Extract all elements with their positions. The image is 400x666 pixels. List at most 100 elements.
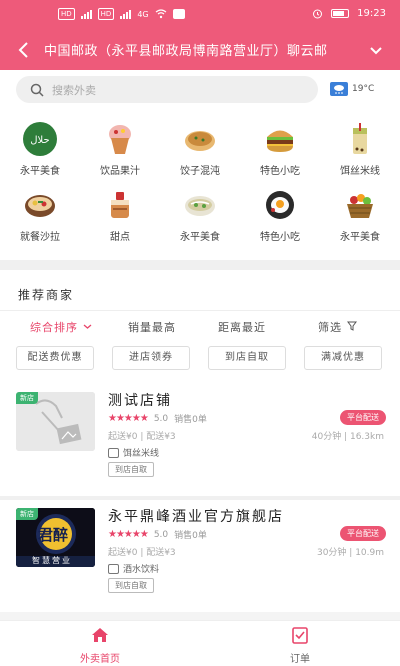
bubbletea-icon (343, 122, 377, 156)
pickup-tag: 到店自取 (108, 462, 154, 477)
category-label: 就餐沙拉 (20, 232, 60, 243)
hotpot-icon (23, 188, 57, 222)
shop-card[interactable]: 新店 君醉 智慧营业 永平鼎峰酒业官方旗舰店 ★★★★★ 5.0 销售0单 平台… (0, 500, 400, 612)
category-item[interactable]: 永平美食 (160, 188, 240, 252)
battery-icon (331, 9, 350, 18)
category-item[interactable]: 就餐沙拉 (0, 188, 80, 252)
sales-count: 销售0单 (174, 415, 207, 425)
location-title[interactable]: 中国邮政（永平县邮政局博南路营业厅）聊云邮 (44, 40, 354, 59)
status-bar: HD HD 4G 19:23 (0, 0, 400, 30)
shop-name[interactable]: 永平鼎峰酒业官方旗舰店 (108, 506, 284, 526)
rating-row: ★★★★★ 5.0 销售0单 (108, 528, 207, 541)
category-label: 饵丝米线 (340, 166, 380, 177)
category-label: 永平美食 (340, 232, 380, 243)
cake-icon (103, 188, 137, 222)
distance-info: 30分钟 | 10.9m (316, 548, 384, 558)
chip-delivery-discount[interactable]: 配送费优惠 (16, 346, 94, 370)
basket-icon (343, 188, 377, 222)
filter-label: 筛选 (318, 321, 342, 334)
title-bar: 中国邮政（永平县邮政局博南路营业厅）聊云邮 (0, 30, 400, 70)
new-shop-tag: 新店 (16, 508, 38, 520)
category-label: 特色小吃 (260, 166, 300, 177)
svg-text:حلال: حلال (30, 135, 49, 146)
back-arrow-icon[interactable] (12, 38, 36, 62)
chevron-down-icon[interactable] (366, 40, 386, 60)
fee-info: 起送¥0 | 配送¥3 (108, 432, 176, 442)
sim2-badge: HD (97, 8, 115, 20)
nav-label: 订单 (290, 654, 310, 665)
pancake-icon (183, 122, 217, 156)
logo-text: 君醉 (38, 526, 69, 544)
search-input[interactable]: 搜索外卖 (16, 76, 318, 103)
logo-subtext: 智慧营业 (32, 556, 72, 565)
header: HD HD 4G 19:23 中国邮政（永平县邮政局博南路营业厅）聊云邮 (0, 0, 400, 70)
shop-icon (108, 447, 119, 458)
wifi-icon (155, 9, 166, 19)
section-divider (0, 260, 400, 270)
sales-count: 销售0单 (174, 531, 207, 541)
fee-info: 起送¥0 | 配送¥3 (108, 548, 176, 558)
distance-info: 40分钟 | 16.3km (311, 432, 384, 442)
rating-value: 5.0 (153, 413, 169, 424)
category-label: 饮品果汁 (100, 166, 140, 177)
icecream-icon (103, 122, 137, 156)
filter-chips: 配送费优惠 进店领券 到店自取 满减优惠 (0, 344, 400, 376)
chip-pickup[interactable]: 到店自取 (208, 346, 286, 370)
search-row: 搜索外卖 19°C (0, 70, 400, 110)
star-rating-icon: ★★★★★ (108, 529, 149, 540)
shop-icon (108, 563, 119, 574)
egg-pan-icon (263, 188, 297, 222)
bottom-nav: 外卖首页 订单 (0, 620, 400, 666)
rating-row: ★★★★★ 5.0 销售0单 (108, 412, 207, 425)
cloud-rain-icon (330, 82, 348, 96)
chevron-down-icon (83, 324, 91, 329)
category-grid: حلال 永平美食 饮品果汁 饺子混沌 特色小吃 饵丝米线 就餐沙拉 甜点 永平… (0, 110, 400, 260)
shop-category-label: 饵丝米线 (123, 449, 160, 459)
shop-category-label: 酒水饮料 (123, 565, 160, 575)
shop-category: 酒水饮料 (108, 562, 159, 575)
category-label: 永平美食 (180, 232, 220, 243)
network-label: 4G (137, 9, 149, 19)
category-item[interactable]: 特色小吃 (240, 122, 320, 186)
sort-distance[interactable]: 距离最近 (218, 319, 266, 335)
sort-comprehensive[interactable]: 综合排序 (30, 319, 92, 335)
category-item[interactable]: 甜点 (80, 188, 160, 252)
category-item[interactable]: 饮品果汁 (80, 122, 160, 186)
rating-value: 5.0 (153, 529, 169, 540)
sort-label: 综合排序 (30, 321, 78, 334)
filter-button[interactable]: 筛选 (318, 319, 357, 335)
shop-card[interactable]: 新店 测试店铺 ★★★★★ 5.0 销售0单 平台配送 起送¥0 | 配送¥3 … (0, 384, 400, 496)
signal-icon (120, 9, 132, 19)
platform-delivery-badge: 平台配送 (340, 410, 386, 425)
category-label: 饺子混沌 (180, 166, 220, 177)
signal-icon (80, 9, 92, 19)
shop-name[interactable]: 测试店铺 (108, 390, 172, 410)
category-item[interactable]: 饺子混沌 (160, 122, 240, 186)
sort-sales[interactable]: 销量最高 (128, 319, 176, 335)
category-label: 特色小吃 (260, 232, 300, 243)
chip-full-discount[interactable]: 满减优惠 (304, 346, 382, 370)
nav-label: 外卖首页 (80, 654, 120, 665)
order-icon (292, 627, 308, 644)
halal-icon: حلال (23, 122, 57, 156)
status-time: 19:23 (357, 8, 386, 19)
chip-coupon[interactable]: 进店领券 (112, 346, 190, 370)
filter-icon (346, 321, 357, 331)
nav-home[interactable]: 外卖首页 (50, 625, 150, 665)
category-item[interactable]: حلال 永平美食 (0, 122, 80, 186)
category-label: 甜点 (110, 232, 130, 243)
shop-image: 新店 (16, 392, 95, 451)
sort-bar: 综合排序 销量最高 距离最近 筛选 (0, 310, 400, 338)
home-icon (92, 628, 108, 642)
pickup-tag: 到店自取 (108, 578, 154, 593)
category-label: 永平美食 (20, 166, 60, 177)
weather-widget: 19°C (330, 82, 374, 96)
sim1-badge: HD (58, 8, 75, 20)
category-item[interactable]: 饵丝米线 (320, 122, 400, 186)
search-placeholder: 搜索外卖 (52, 83, 96, 97)
temperature: 19°C (352, 84, 375, 94)
category-item[interactable]: 永平美食 (320, 188, 400, 252)
category-item[interactable]: 特色小吃 (240, 188, 320, 252)
shop-image: 新店 君醉 智慧营业 (16, 508, 95, 567)
nav-orders[interactable]: 订单 (250, 625, 350, 665)
